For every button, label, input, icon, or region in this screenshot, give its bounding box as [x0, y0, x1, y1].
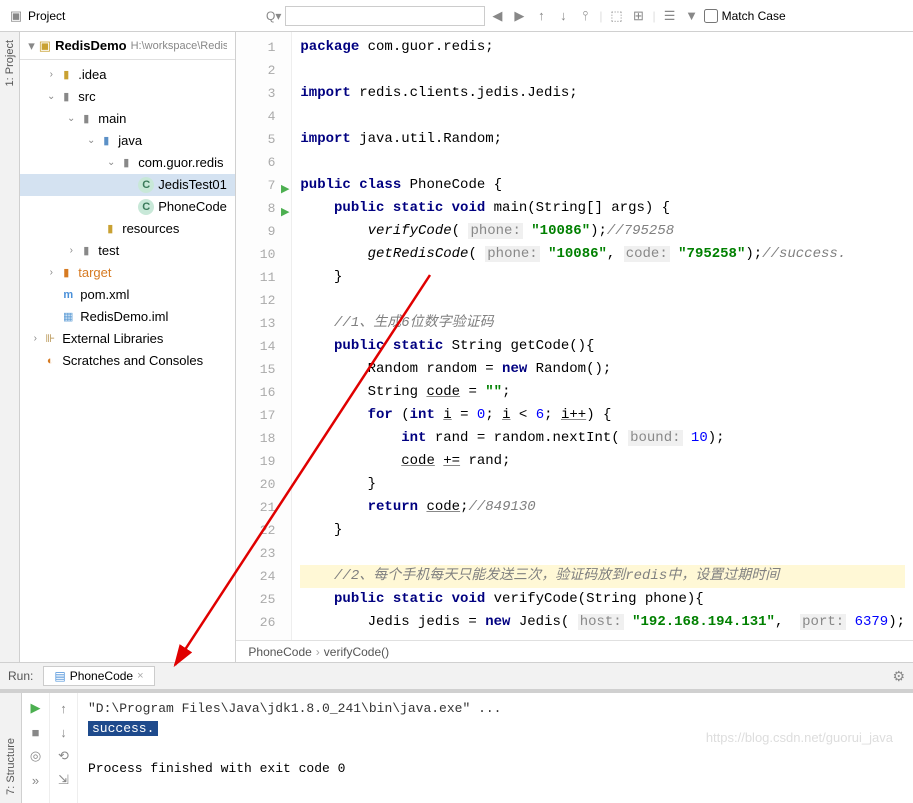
tree-scratch[interactable]: ◐Scratches and Consoles [20, 350, 235, 372]
pin-icon[interactable]: ⫯ [577, 8, 593, 24]
editor-panel: 1234567▶8▶910111213141516171819202122232… [236, 32, 913, 662]
up-stack-icon[interactable]: ↑ [55, 699, 73, 717]
tree-file-jedis[interactable]: CJedisTest01 [20, 174, 235, 196]
left-tool-stripe: 1: Project [0, 32, 20, 662]
project-panel: ▾ ▣ RedisDemo H:\workspace\RedisD ›▮.ide… [20, 32, 236, 662]
run-toolbar-2: ↑ ↓ ⟲ ⇲ [50, 693, 78, 803]
tree-pom[interactable]: mpom.xml [20, 284, 235, 306]
project-path: H:\workspace\RedisD [131, 40, 228, 52]
breadcrumb[interactable]: PhoneCode › verifyCode() [236, 640, 913, 662]
add-sel-icon[interactable]: ⊞ [630, 8, 646, 24]
search-input[interactable] [285, 6, 485, 26]
tree-java[interactable]: ⌄▮java [20, 130, 235, 152]
tree-package[interactable]: ⌄▮com.guor.redis [20, 152, 235, 174]
editor-toolbar: ▣ Project Q▾ ◀ ▶ ↑ ↓ ⫯ | ⬚ ⊞ | ☰ ▼ Match… [0, 0, 913, 32]
project-name: RedisDemo [55, 38, 127, 53]
project-tree[interactable]: ›▮.idea ⌄▮src ⌄▮main ⌄▮java ⌄▮com.guor.r… [20, 60, 235, 376]
dump-icon[interactable]: ◎ [27, 747, 45, 765]
run-tab-title: PhoneCode [70, 669, 133, 683]
filter-icon[interactable]: ☰ [662, 8, 678, 24]
run-toolbar-1: ▶ ■ ◎ » [22, 693, 50, 803]
code-content[interactable]: package com.guor.redis;import redis.clie… [292, 32, 913, 640]
console-exit: Process finished with exit code 0 [88, 759, 903, 779]
console-success: success. [88, 721, 158, 736]
root-arrow[interactable]: ▾ [28, 38, 35, 54]
tree-idea[interactable]: ›▮.idea [20, 64, 235, 86]
soft-wrap-icon[interactable]: ⟲ [55, 747, 73, 765]
scroll-end-icon[interactable]: ⇲ [55, 771, 73, 789]
project-label: Project [28, 9, 65, 23]
console-cmd: "D:\Program Files\Java\jdk1.8.0_241\bin\… [88, 699, 903, 719]
structure-tool-tab[interactable]: 7: Structure [5, 738, 17, 795]
next-icon[interactable]: ▶ [511, 8, 527, 24]
tree-src[interactable]: ⌄▮src [20, 86, 235, 108]
rerun-icon[interactable]: ▶ [27, 699, 45, 717]
stop-icon[interactable]: ■ [27, 723, 45, 741]
tree-test[interactable]: ›▮test [20, 240, 235, 262]
down-stack-icon[interactable]: ↓ [55, 723, 73, 741]
gutter[interactable]: 1234567▶8▶910111213141516171819202122232… [236, 32, 292, 640]
tree-target[interactable]: ›▮target [20, 262, 235, 284]
run-settings-icon[interactable]: ⚙ [892, 668, 905, 685]
module-icon: ▣ [39, 38, 51, 54]
left-tool-stripe-bottom: 7: Structure [0, 693, 22, 803]
run-label: Run: [8, 669, 33, 683]
run-tab[interactable]: ▤ PhoneCode × [43, 666, 154, 686]
up-icon[interactable]: ↑ [533, 8, 549, 24]
match-case-input[interactable] [704, 9, 718, 23]
tree-file-phone[interactable]: CPhoneCode [20, 196, 235, 218]
run-panel: 7: Structure ▶ ■ ◎ » ↑ ↓ ⟲ ⇲ "D:\Program… [0, 690, 913, 803]
tree-resources[interactable]: ▮resources [20, 218, 235, 240]
exit-icon[interactable]: » [27, 771, 45, 789]
breadcrumb-method[interactable]: verifyCode() [324, 645, 389, 659]
find-bar: Q▾ ◀ ▶ ↑ ↓ ⫯ | ⬚ ⊞ | ☰ ▼ Match Case [266, 6, 905, 26]
project-header: ▾ ▣ RedisDemo H:\workspace\RedisD [20, 32, 235, 60]
match-case-label: Match Case [722, 9, 786, 23]
funnel-icon[interactable]: ▼ [684, 8, 700, 24]
tree-ext-lib[interactable]: ›⊪External Libraries [20, 328, 235, 350]
code-area[interactable]: 1234567▶8▶910111213141516171819202122232… [236, 32, 913, 640]
project-tool-tab[interactable]: 1: Project [4, 40, 16, 86]
tree-iml[interactable]: ▦RedisDemo.iml [20, 306, 235, 328]
run-tab-icon: ▤ [54, 669, 65, 683]
console-output[interactable]: "D:\Program Files\Java\jdk1.8.0_241\bin\… [78, 693, 913, 803]
prev-icon[interactable]: ◀ [489, 8, 505, 24]
tree-main[interactable]: ⌄▮main [20, 108, 235, 130]
match-case-checkbox[interactable]: Match Case [704, 9, 786, 23]
select-all-icon[interactable]: ⬚ [608, 8, 624, 24]
run-tool-bar: Run: ▤ PhoneCode × ⚙ [0, 662, 913, 690]
breadcrumb-class[interactable]: PhoneCode [248, 645, 311, 659]
run-tab-close-icon[interactable]: × [137, 670, 143, 682]
project-icon: ▣ [8, 8, 24, 24]
breadcrumb-sep: › [316, 645, 320, 659]
down-icon[interactable]: ↓ [555, 8, 571, 24]
